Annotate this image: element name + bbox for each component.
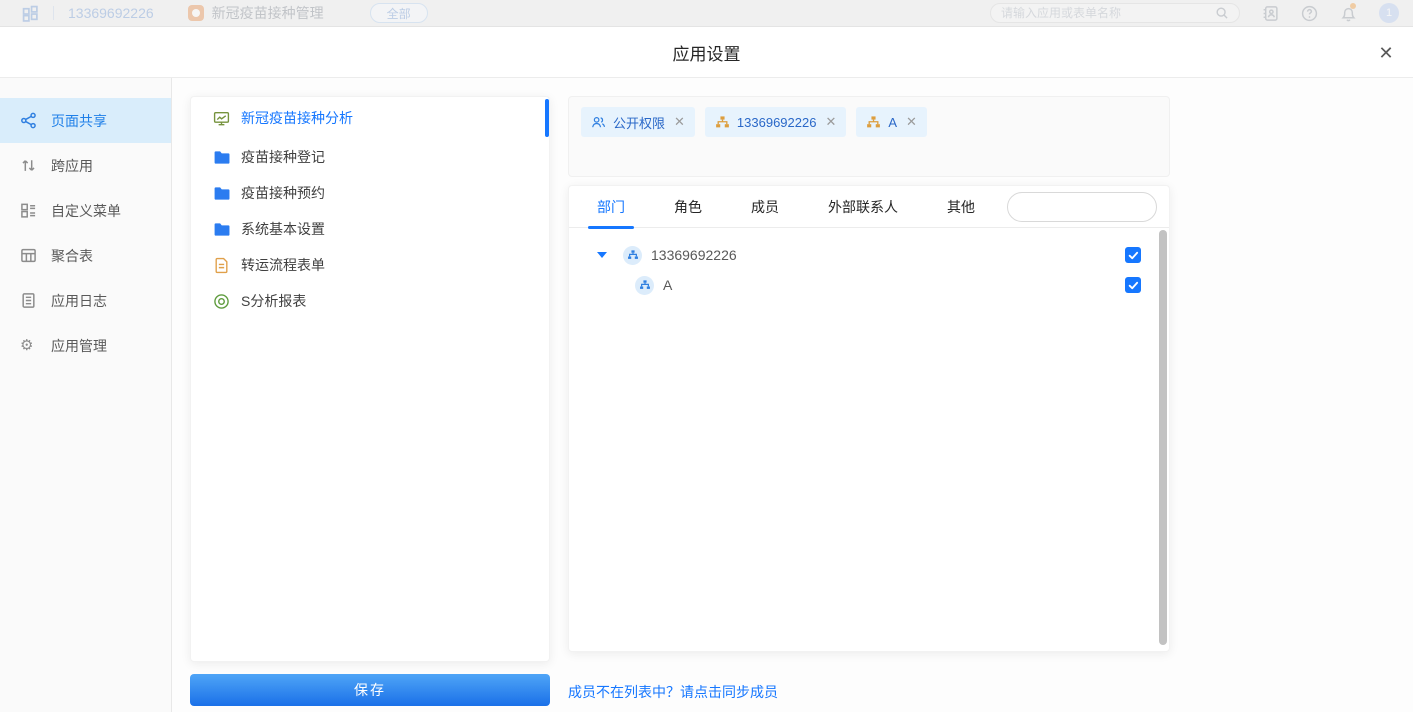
close-icon[interactable]: ✕ [1374, 41, 1398, 65]
notification-dot [1350, 3, 1356, 9]
form-item-label: 疫苗接种登记 [241, 147, 325, 167]
sidebar-item-label: 应用日志 [51, 291, 107, 311]
member-search[interactable] [1007, 192, 1157, 222]
permission-tag-a: A ✕ [856, 107, 927, 137]
tab-other[interactable]: 其他 [947, 186, 975, 228]
remove-tag-icon[interactable]: ✕ [906, 114, 917, 130]
selected-indicator [545, 99, 549, 137]
save-button[interactable]: 保存 [190, 674, 550, 706]
modal-header: 应用设置 ✕ [0, 27, 1413, 78]
department-tree: 13369692226 A [569, 228, 1169, 300]
help-icon[interactable] [1301, 5, 1318, 22]
tab-external-contacts[interactable]: 外部联系人 [828, 186, 898, 228]
member-picker-panel: 部门 角色 成员 外部联系人 其他 13369692226 [568, 185, 1170, 652]
member-search-input[interactable] [1018, 200, 1194, 215]
caret-down-icon[interactable] [597, 252, 607, 258]
report-icon [213, 293, 230, 310]
form-item-register[interactable]: 疫苗接种登记 [191, 139, 549, 175]
sidebar-item-label: 应用管理 [51, 336, 107, 356]
tree-node-label: 13369692226 [651, 247, 737, 263]
global-search[interactable] [990, 3, 1240, 23]
org-icon [715, 115, 730, 130]
sidebar-item-label: 自定义菜单 [51, 201, 121, 221]
form-item-system-settings[interactable]: 系统基本设置 [191, 211, 549, 247]
picker-tabs: 部门 角色 成员 外部联系人 其他 [569, 186, 1169, 228]
form-item-label: 转运流程表单 [241, 255, 325, 275]
document-icon [213, 257, 230, 274]
tree-row-root[interactable]: 13369692226 [569, 240, 1169, 270]
modal-title: 应用设置 [0, 27, 1413, 78]
folder-icon [213, 221, 230, 238]
folder-icon [213, 185, 230, 202]
sidebar-item-app-log[interactable]: 应用日志 [0, 278, 171, 323]
tree-row-child[interactable]: A [569, 270, 1169, 300]
top-navigation-bar: 13369692226 新冠疫苗接种管理 全部 1 [0, 0, 1413, 27]
checkbox-checked[interactable] [1125, 277, 1141, 293]
dashboard-icon [213, 110, 230, 127]
sidebar-item-page-share[interactable]: 页面共享 [0, 98, 171, 143]
department-icon [635, 276, 654, 295]
app-icon [188, 5, 204, 21]
form-item-label: 系统基本设置 [241, 219, 325, 239]
bell-icon[interactable] [1340, 5, 1357, 22]
permission-tag-dept: 13369692226 ✕ [705, 107, 846, 137]
form-item-analysis[interactable]: 新冠疫苗接种分析 [191, 97, 549, 139]
sidebar-item-custom-menu[interactable]: 自定义菜单 [0, 188, 171, 233]
form-item-label: 疫苗接种预约 [241, 183, 325, 203]
vertical-scrollbar[interactable] [1159, 230, 1167, 645]
share-icon [20, 112, 37, 129]
permission-tag-label: 公开权限 [613, 113, 665, 132]
selected-permissions-panel: 公开权限 ✕ 13369692226 ✕ A ✕ [568, 96, 1170, 177]
address-book-icon[interactable] [1262, 5, 1279, 22]
global-search-input[interactable] [1001, 6, 1209, 20]
workspace-name[interactable]: 13369692226 [68, 5, 154, 21]
tab-member[interactable]: 成员 [751, 186, 779, 228]
sync-members-link[interactable]: 成员不在列表中？请点击同步成员 [568, 682, 778, 702]
sidebar-item-label: 跨应用 [51, 156, 93, 176]
cross-app-icon [20, 157, 37, 174]
apps-grid-icon[interactable] [22, 5, 39, 22]
public-permission-icon [591, 115, 606, 130]
remove-tag-icon[interactable]: ✕ [825, 114, 836, 130]
form-item-label: 新冠疫苗接种分析 [241, 108, 353, 128]
app-log-icon [20, 292, 37, 309]
aggregate-table-icon [20, 247, 37, 264]
sidebar-item-aggregate-table[interactable]: 聚合表 [0, 233, 171, 278]
form-list-panel: 新冠疫苗接种分析 疫苗接种登记 疫苗接种预约 系统基本设置 转运流程表单 [190, 96, 550, 662]
form-item-appointment[interactable]: 疫苗接种预约 [191, 175, 549, 211]
filter-all-pill[interactable]: 全部 [370, 3, 428, 23]
form-item-label: S分析报表 [241, 291, 306, 311]
org-icon [866, 115, 881, 130]
tab-department[interactable]: 部门 [597, 186, 625, 228]
sidebar-item-label: 页面共享 [51, 111, 107, 131]
divider [53, 6, 54, 20]
form-item-transfer-flow[interactable]: 转运流程表单 [191, 247, 549, 283]
remove-tag-icon[interactable]: ✕ [674, 114, 685, 130]
custom-menu-icon [20, 202, 37, 219]
app-name[interactable]: 新冠疫苗接种管理 [212, 3, 324, 23]
sidebar-item-app-manage[interactable]: ⚙ 应用管理 [0, 323, 171, 368]
search-icon [1215, 6, 1229, 20]
permission-tag-label: A [888, 115, 897, 130]
gear-icon: ⚙ [20, 337, 37, 354]
department-icon [623, 246, 642, 265]
checkbox-checked[interactable] [1125, 247, 1141, 263]
form-item-s-report[interactable]: S分析报表 [191, 283, 549, 319]
settings-sidebar: 页面共享 跨应用 自定义菜单 聚合表 应用日志 ⚙ [0, 78, 172, 712]
sidebar-item-label: 聚合表 [51, 246, 93, 266]
modal-body: 页面共享 跨应用 自定义菜单 聚合表 应用日志 ⚙ [0, 78, 1413, 712]
permission-tag-public: 公开权限 ✕ [581, 107, 695, 137]
tab-role[interactable]: 角色 [674, 186, 702, 228]
user-avatar[interactable]: 1 [1379, 3, 1399, 23]
permission-tag-label: 13369692226 [737, 115, 817, 130]
sidebar-item-cross-app[interactable]: 跨应用 [0, 143, 171, 188]
tree-node-label: A [663, 277, 672, 293]
folder-icon [213, 149, 230, 166]
